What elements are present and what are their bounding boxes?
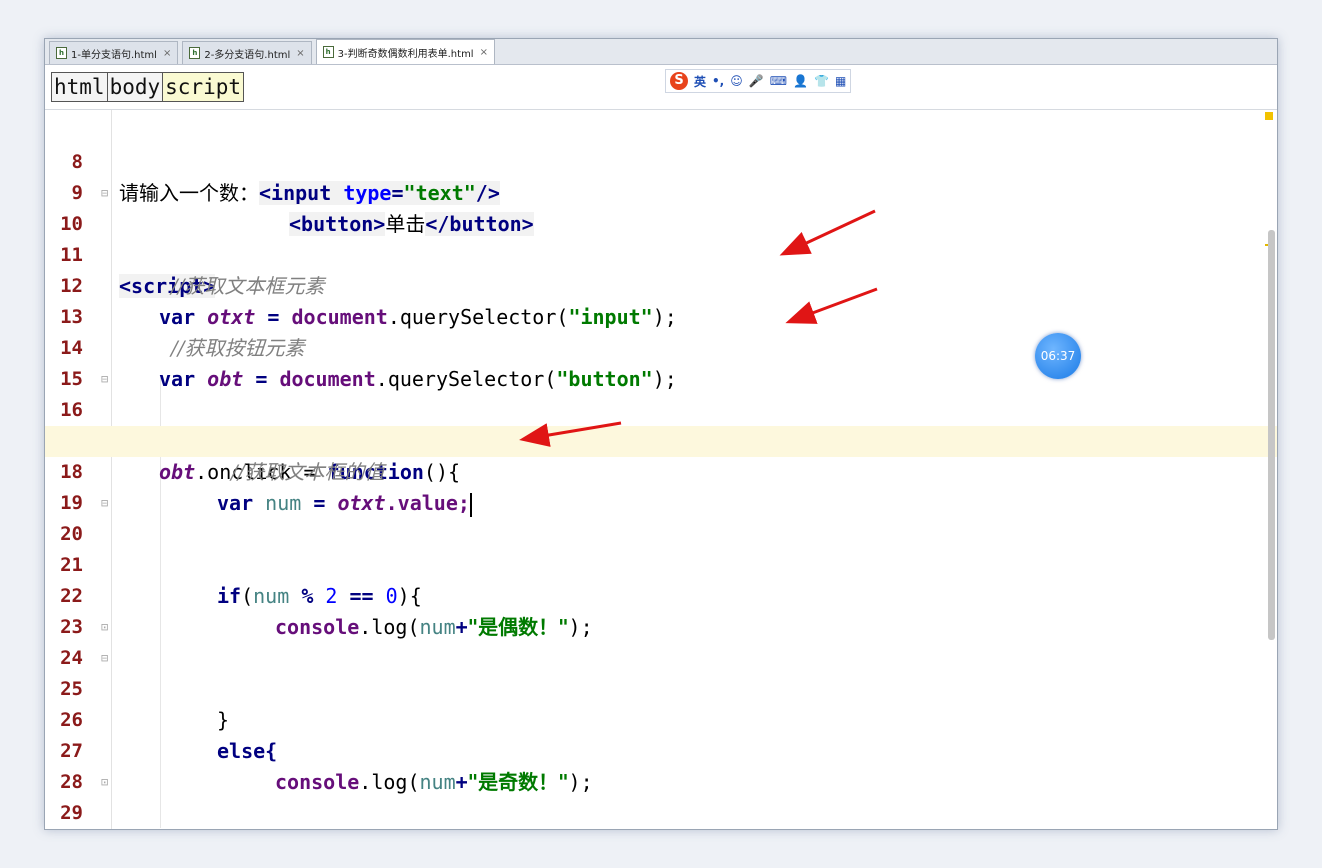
ide-window: h 1-单分支语句.html × h 2-多分支语句.html × h 3-判断… <box>44 38 1278 830</box>
annotation-arrow <box>519 421 622 447</box>
annotation-arrow <box>779 209 876 256</box>
annotation-arrows <box>519 209 878 447</box>
annotation-arrow <box>785 287 878 324</box>
